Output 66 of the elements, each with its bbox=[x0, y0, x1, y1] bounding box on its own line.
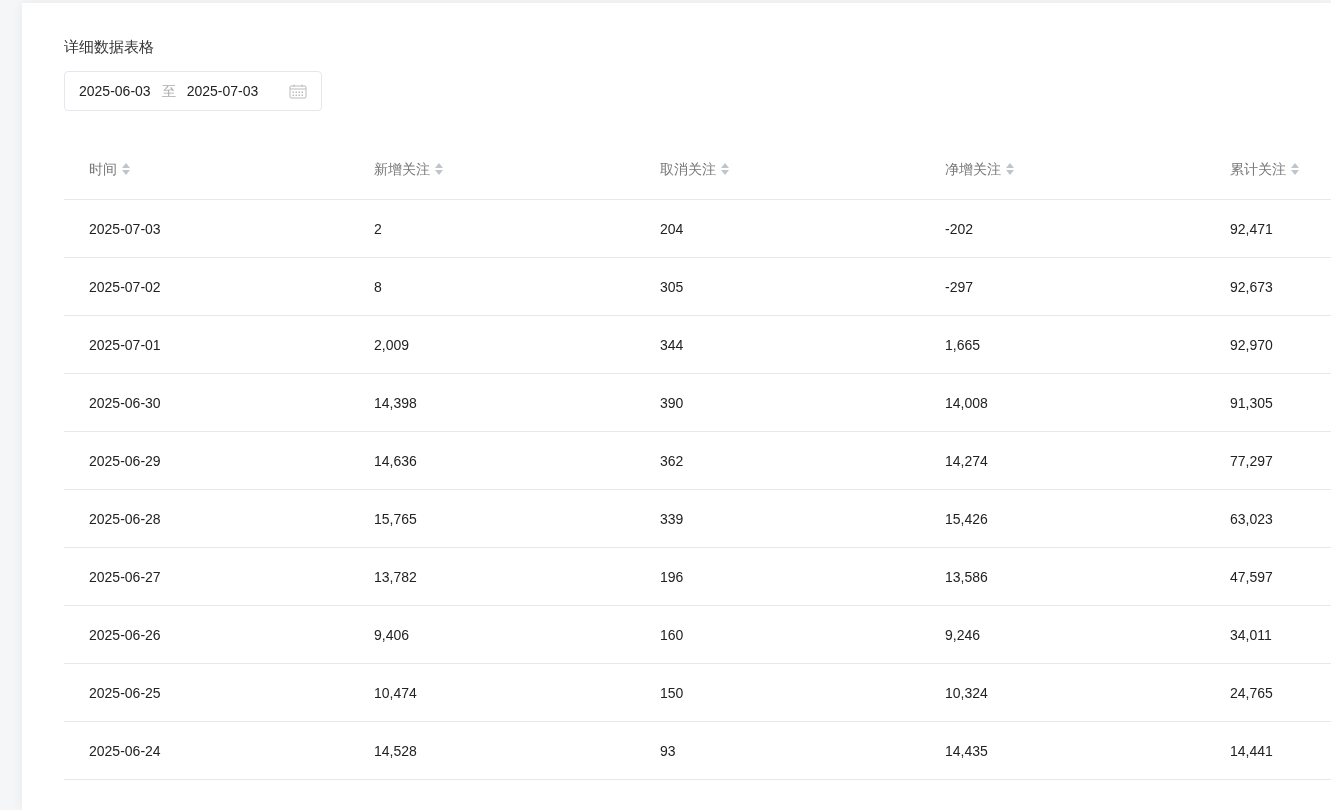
table-cell: 2025-06-30 bbox=[89, 394, 161, 411]
table-cell: 9,246 bbox=[945, 626, 981, 643]
table-cell: 2,009 bbox=[374, 336, 410, 353]
table-cell: 14,008 bbox=[945, 394, 988, 411]
table-cell: -202 bbox=[945, 220, 974, 237]
sort-icon[interactable] bbox=[720, 162, 730, 176]
table-cell: 2025-06-25 bbox=[89, 684, 161, 701]
table-cell: 15,765 bbox=[374, 510, 417, 527]
table-cell: 2025-06-24 bbox=[89, 742, 161, 759]
table-cell: 2025-06-27 bbox=[89, 568, 161, 585]
range-separator: 至 bbox=[161, 81, 176, 101]
date-range-field[interactable]: 2025-06-03 至 2025-07-03 bbox=[64, 71, 322, 111]
table-cell: 2025-06-26 bbox=[89, 626, 161, 643]
table-cell: 92,471 bbox=[1230, 220, 1273, 237]
table-cell: 160 bbox=[660, 626, 684, 643]
table-cell: -297 bbox=[945, 278, 974, 295]
table-cell: 14,274 bbox=[945, 452, 988, 469]
calendar-icon bbox=[289, 83, 307, 99]
table-cell: 2025-06-28 bbox=[89, 510, 161, 527]
table-cell: 47,597 bbox=[1230, 568, 1273, 585]
table-cell: 14,435 bbox=[945, 742, 988, 759]
column-header: 新增关注 bbox=[374, 159, 430, 179]
table-cell: 91,305 bbox=[1230, 394, 1273, 411]
table-cell: 14,528 bbox=[374, 742, 417, 759]
table-cell: 344 bbox=[660, 336, 684, 353]
table-cell: 10,324 bbox=[945, 684, 988, 701]
column-header: 净增关注 bbox=[945, 159, 1001, 179]
table-cell: 150 bbox=[660, 684, 684, 701]
table-cell: 14,441 bbox=[1230, 742, 1273, 759]
table-cell: 2025-06-29 bbox=[89, 452, 161, 469]
table-cell: 204 bbox=[660, 220, 684, 237]
column-header: 时间 bbox=[89, 159, 117, 179]
table-cell: 2025-07-01 bbox=[89, 336, 161, 353]
table-cell: 63,023 bbox=[1230, 510, 1273, 527]
sort-icon[interactable] bbox=[1005, 162, 1015, 176]
table-cell: 14,398 bbox=[374, 394, 417, 411]
start-date: 2025-06-03 bbox=[79, 81, 151, 101]
table-cell: 13,586 bbox=[945, 568, 988, 585]
table-cell: 196 bbox=[660, 568, 684, 585]
table-cell: 2025-07-02 bbox=[89, 278, 161, 295]
table-cell: 15,426 bbox=[945, 510, 988, 527]
table-cell: 390 bbox=[660, 394, 684, 411]
table-cell: 10,474 bbox=[374, 684, 417, 701]
sort-icon[interactable] bbox=[121, 162, 131, 176]
sort-icon[interactable] bbox=[1290, 162, 1300, 176]
section-title: 详细数据表格 bbox=[64, 37, 155, 57]
table-cell: 93 bbox=[660, 742, 676, 759]
table-cell: 8 bbox=[374, 278, 382, 295]
sort-icon[interactable] bbox=[434, 162, 444, 176]
table-cell: 92,970 bbox=[1230, 336, 1273, 353]
column-header: 累计关注 bbox=[1230, 159, 1286, 179]
table-cell: 1,665 bbox=[945, 336, 981, 353]
column-header: 取消关注 bbox=[660, 159, 716, 179]
table-cell: 77,297 bbox=[1230, 452, 1273, 469]
table-cell: 305 bbox=[660, 278, 684, 295]
table-cell: 2 bbox=[374, 220, 382, 237]
end-date: 2025-07-03 bbox=[186, 81, 259, 101]
table-cell: 34,011 bbox=[1230, 626, 1272, 643]
table-cell: 13,782 bbox=[374, 568, 417, 585]
table-cell: 92,673 bbox=[1230, 278, 1273, 295]
table-cell: 2025-07-03 bbox=[89, 220, 161, 237]
table-cell: 339 bbox=[660, 510, 684, 527]
table-cell: 24,765 bbox=[1230, 684, 1273, 701]
table-cell: 14,636 bbox=[374, 452, 417, 469]
table-cell: 9,406 bbox=[374, 626, 410, 643]
table-cell: 362 bbox=[660, 452, 684, 469]
